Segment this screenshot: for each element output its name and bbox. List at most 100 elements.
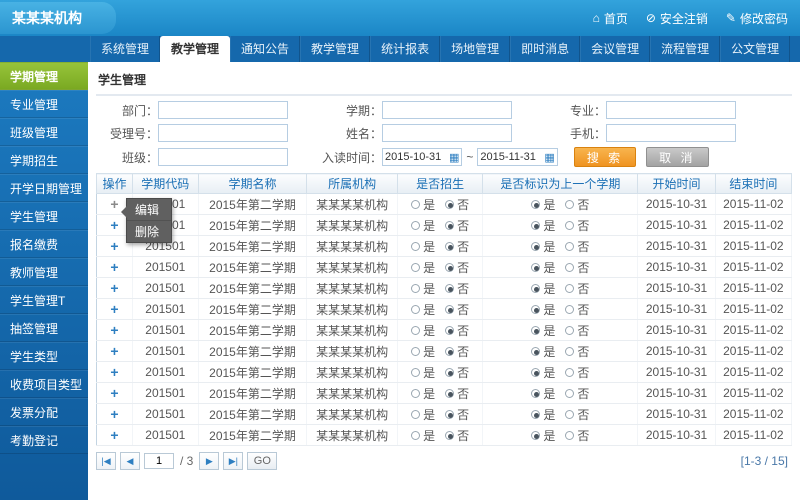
tab-9[interactable]: 流程管理 [650,36,721,62]
expand-row-button[interactable]: + [110,238,118,254]
radio-no-checked[interactable] [445,325,455,335]
sidebar-item-9[interactable]: 学生管理T [0,286,88,314]
radio-yes-checked[interactable] [531,199,541,209]
calendar-icon[interactable] [544,150,554,164]
search-field-input[interactable] [382,101,512,119]
sidebar-item-4[interactable]: 学期招生 [0,146,88,174]
radio-no-checked[interactable] [445,220,455,230]
expand-row-button[interactable]: + [110,427,118,443]
last-page-button[interactable]: ▶| [223,452,244,470]
sidebar-item-11[interactable]: 学生类型 [0,342,88,370]
radio-no[interactable] [565,430,575,440]
radio-yes-checked[interactable] [531,409,541,419]
sidebar-item-1-active[interactable]: 学期管理 [0,62,88,90]
edit-menu-item[interactable]: 编辑 [127,199,171,220]
radio-yes[interactable] [411,199,421,209]
radio-yes-checked[interactable] [531,367,541,377]
radio-yes[interactable] [411,367,421,377]
page-number-input[interactable] [144,453,174,469]
expand-row-button[interactable]: + [110,322,118,338]
sidebar-item-12[interactable]: 收费项目类型 [0,370,88,398]
radio-yes-checked[interactable] [531,304,541,314]
radio-yes[interactable] [411,241,421,251]
radio-no-checked[interactable] [445,241,455,251]
radio-no-checked[interactable] [445,199,455,209]
expand-row-button[interactable]: + [110,280,118,296]
date-from-input[interactable] [385,151,449,163]
radio-no[interactable] [565,262,575,272]
delete-menu-item[interactable]: 删除 [127,220,172,242]
sidebar-item-5[interactable]: 开学日期管理 [0,174,88,202]
search-button[interactable]: 搜 索 [573,147,637,167]
expand-row-button[interactable]: + [110,196,118,212]
radio-yes-checked[interactable] [531,220,541,230]
expand-row-button[interactable]: + [110,343,118,359]
radio-yes-checked[interactable] [531,241,541,251]
radio-yes[interactable] [411,409,421,419]
radio-yes[interactable] [411,430,421,440]
radio-yes-checked[interactable] [531,346,541,356]
sidebar-item-14[interactable]: 考勤登记 [0,426,88,454]
home-link[interactable]: 首页 [593,10,628,27]
radio-yes-checked[interactable] [531,262,541,272]
sidebar-item-13[interactable]: 发票分配 [0,398,88,426]
radio-no-checked[interactable] [445,430,455,440]
radio-no[interactable] [565,346,575,356]
search-field-input[interactable] [158,124,288,142]
logout-link[interactable]: 安全注销 [646,10,708,27]
sidebar-item-3[interactable]: 班级管理 [0,118,88,146]
search-field-input[interactable] [606,101,736,119]
tab-8[interactable]: 会议管理 [580,36,651,62]
expand-row-button[interactable]: + [110,217,118,233]
radio-no-checked[interactable] [445,304,455,314]
radio-no[interactable] [565,388,575,398]
radio-yes[interactable] [411,262,421,272]
expand-row-button[interactable]: + [110,385,118,401]
tab-3[interactable]: 通知公告 [230,36,301,62]
radio-no-checked[interactable] [445,367,455,377]
sidebar-item-7[interactable]: 报名缴费 [0,230,88,258]
radio-yes-checked[interactable] [531,283,541,293]
radio-no-checked[interactable] [445,262,455,272]
radio-yes-checked[interactable] [531,430,541,440]
cancel-button[interactable]: 取 消 [646,147,709,167]
next-page-button[interactable]: ▶ [199,452,220,470]
radio-yes[interactable] [411,220,421,230]
radio-yes[interactable] [411,388,421,398]
sidebar-item-2[interactable]: 专业管理 [0,90,88,118]
radio-yes[interactable] [411,283,421,293]
expand-row-button[interactable]: + [110,259,118,275]
tab-4[interactable]: 教学管理 [300,36,371,62]
radio-no[interactable] [565,283,575,293]
search-field-input[interactable] [158,101,288,119]
expand-row-button[interactable]: + [110,364,118,380]
class-field-input[interactable] [158,148,288,166]
tab-1[interactable]: 系统管理 [90,36,161,62]
radio-yes-checked[interactable] [531,388,541,398]
radio-no[interactable] [565,304,575,314]
radio-yes[interactable] [411,325,421,335]
tab-10[interactable]: 公文管理 [720,36,791,62]
radio-yes[interactable] [411,304,421,314]
calendar-icon[interactable] [449,150,459,164]
radio-no-checked[interactable] [445,283,455,293]
tab-7[interactable]: 即时消息 [510,36,581,62]
radio-no[interactable] [565,409,575,419]
go-page-button[interactable]: GO [247,452,278,470]
radio-no[interactable] [565,220,575,230]
radio-no[interactable] [565,325,575,335]
sidebar-item-6[interactable]: 学生管理 [0,202,88,230]
radio-no[interactable] [565,367,575,377]
change-password-link[interactable]: 修改密码 [726,10,788,27]
radio-no[interactable] [565,241,575,251]
radio-yes[interactable] [411,346,421,356]
radio-no[interactable] [565,199,575,209]
sidebar-item-10[interactable]: 抽签管理 [0,314,88,342]
search-field-input[interactable] [382,124,512,142]
expand-row-button[interactable]: + [110,406,118,422]
first-page-button[interactable]: |◀ [96,452,116,470]
search-field-input[interactable] [606,124,736,142]
tab-5[interactable]: 统计报表 [370,36,441,62]
radio-no-checked[interactable] [445,346,455,356]
radio-no-checked[interactable] [445,409,455,419]
